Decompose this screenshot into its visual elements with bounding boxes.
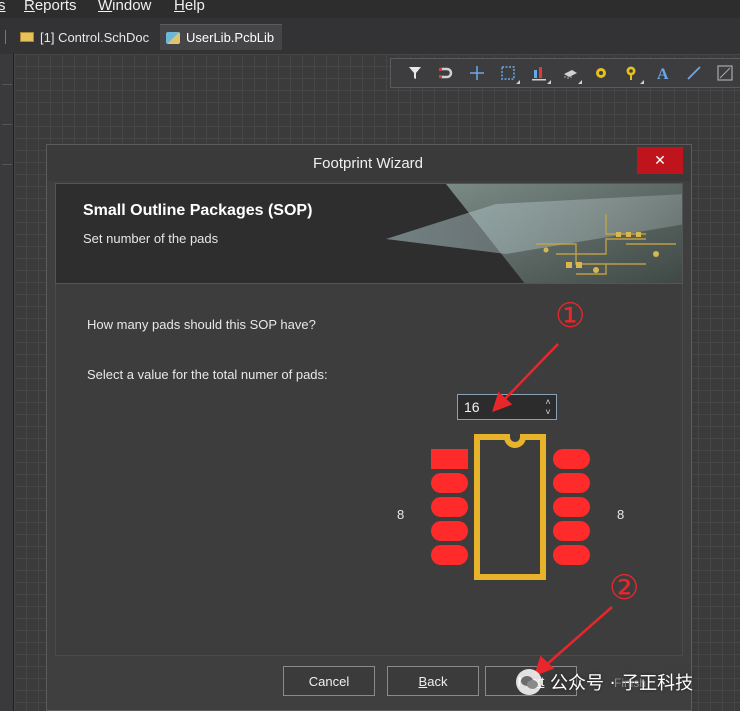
menu-help[interactable]: Help — [174, 0, 205, 14]
pad — [553, 497, 590, 517]
panel-separator — [2, 84, 12, 85]
pad — [553, 521, 590, 541]
svg-text:A: A — [657, 66, 669, 82]
magnet-icon[interactable] — [430, 60, 461, 86]
dropdown-triangle-icon — [547, 80, 551, 84]
menu-label: elp — [184, 0, 205, 14]
menu-bar: s Reports Window Help — [0, 0, 740, 18]
wizard-header-banner: Small Outline Packages (SOP) Set number … — [55, 183, 683, 284]
region-icon[interactable] — [709, 60, 740, 86]
close-button[interactable]: ✕ — [637, 147, 683, 174]
menu-window[interactable]: Window — [98, 0, 151, 14]
menu-mnemonic: s — [0, 0, 6, 14]
text-icon[interactable]: A — [647, 60, 678, 86]
pcb-lib-icon — [166, 31, 180, 44]
annotation-marker-1: ① — [555, 296, 586, 336]
pad — [431, 521, 468, 541]
watermark: 公众号 · 子正科技 — [516, 664, 693, 700]
via-icon[interactable] — [616, 60, 647, 86]
schematic-doc-icon — [20, 32, 34, 42]
menu-mnemonic: R — [24, 0, 35, 14]
chevron-up-icon[interactable]: ˄ — [545, 397, 550, 407]
tab-userlib-pcblib[interactable]: UserLib.PcbLib — [160, 24, 283, 50]
filter-icon[interactable] — [399, 60, 430, 86]
crosshair-icon[interactable] — [461, 60, 492, 86]
tab-scroll-left[interactable] — [0, 30, 6, 44]
component-icon[interactable] — [554, 60, 585, 86]
menu-mnemonic: H — [174, 0, 185, 14]
cancel-button[interactable]: Cancel — [283, 666, 375, 696]
back-button[interactable]: Back — [387, 666, 479, 696]
left-pad-count: 8 — [397, 507, 405, 522]
sop-footprint-preview — [431, 434, 590, 580]
pads-question-text: How many pads should this SOP have? — [87, 317, 316, 332]
active-bar-toolbar: A — [390, 58, 740, 88]
dialog-title: Footprint Wizard — [312, 154, 424, 172]
pad — [553, 545, 590, 565]
finish-button-ghost[interactable]: Finish — [614, 676, 646, 690]
menu-label: indow — [112, 0, 152, 14]
right-pad-count: 8 — [617, 507, 625, 522]
menu-mnemonic: W — [98, 0, 113, 14]
wechat-logo-icon — [516, 669, 542, 695]
pad-count-value[interactable]: 16 — [458, 399, 540, 415]
back-label: ack — [427, 673, 448, 689]
menu-label: eports — [34, 0, 77, 14]
annotation-marker-2: ② — [609, 568, 640, 608]
chevron-down-icon[interactable]: ˅ — [545, 407, 550, 417]
select-rect-icon[interactable] — [492, 60, 523, 86]
dropdown-triangle-icon — [640, 80, 644, 84]
pad-1-square — [431, 449, 468, 469]
tab-control-schdoc[interactable]: [1] Control.SchDoc — [14, 24, 158, 50]
cancel-label: Cancel — [308, 673, 350, 689]
close-icon: ✕ — [654, 152, 666, 168]
pad — [431, 497, 468, 517]
dialog-titlebar[interactable]: Footprint Wizard ✕ — [47, 145, 691, 181]
pad — [431, 545, 468, 565]
back-mnemonic: B — [418, 673, 428, 689]
pcb-banner-image — [376, 184, 682, 283]
tab-label: UserLib.PcbLib — [186, 30, 275, 45]
pad — [431, 473, 468, 493]
panel-separator — [2, 124, 12, 125]
panel-separator — [2, 164, 12, 165]
component-body-outline — [474, 434, 546, 580]
footprint-wizard-dialog: Footprint Wizard ✕ Small Outline Package… — [46, 144, 692, 711]
dropdown-triangle-icon — [578, 80, 582, 84]
document-tab-strip: [1] Control.SchDoc UserLib.PcbLib — [0, 18, 740, 54]
spinner-arrows[interactable]: ˄ ˅ — [540, 395, 556, 419]
wizard-page-title: Small Outline Packages (SOP) — [83, 202, 313, 219]
wizard-page-subtitle: Set number of the pads — [83, 231, 219, 246]
line-icon[interactable] — [678, 60, 709, 86]
pad — [553, 449, 590, 469]
pad-count-spinner[interactable]: 16 ˄ ˅ — [457, 394, 557, 420]
menu-item-partial[interactable]: s — [0, 0, 6, 14]
menu-reports[interactable]: Reports — [24, 0, 77, 14]
pads-instruction-text: Select a value for the total numer of pa… — [87, 367, 328, 382]
left-panel-strip — [0, 54, 14, 711]
dropdown-triangle-icon — [516, 80, 520, 84]
tab-label: [1] Control.SchDoc — [40, 29, 150, 45]
align-icon[interactable] — [523, 60, 554, 86]
pad-icon[interactable] — [585, 60, 616, 86]
pad — [553, 473, 590, 493]
